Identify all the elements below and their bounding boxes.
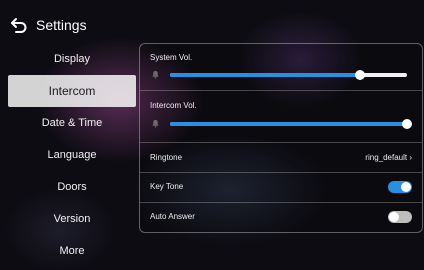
toggle-knob <box>401 182 411 192</box>
sidebar-item-doors[interactable]: Doors <box>8 171 136 203</box>
system-vol-slider[interactable] <box>170 70 407 80</box>
key-tone-label: Key Tone <box>150 182 184 191</box>
system-vol-label: System Vol. <box>150 53 193 62</box>
sidebar: Display Intercom Date & Time Language Do… <box>8 43 136 267</box>
intercom-vol-label: Intercom Vol. <box>150 101 197 110</box>
bell-icon <box>152 70 159 79</box>
key-tone-toggle[interactable] <box>388 181 412 193</box>
system-vol-fill <box>170 73 360 77</box>
sidebar-item-language[interactable]: Language <box>8 139 136 171</box>
sidebar-item-date-time[interactable]: Date & Time <box>8 107 136 139</box>
sidebar-item-version[interactable]: Version <box>8 203 136 235</box>
system-vol-thumb[interactable] <box>354 70 365 80</box>
settings-panel: System Vol. Intercom Vol. Ringtone ring_… <box>139 43 423 233</box>
auto-answer-label: Auto Answer <box>150 212 195 221</box>
page-title: Settings <box>36 17 87 33</box>
bell-icon <box>152 119 159 128</box>
divider <box>140 90 422 91</box>
divider <box>140 172 422 173</box>
sidebar-item-more[interactable]: More <box>8 235 136 267</box>
auto-answer-toggle[interactable] <box>388 211 412 223</box>
divider <box>140 142 422 143</box>
ringtone-label: Ringtone <box>150 153 183 162</box>
intercom-vol-slider[interactable] <box>170 119 412 129</box>
ringtone-value[interactable]: ring_default › <box>365 153 412 162</box>
sidebar-item-display[interactable]: Display <box>8 43 136 75</box>
back-arrow-icon[interactable] <box>10 16 28 34</box>
intercom-vol-thumb[interactable] <box>402 119 412 129</box>
toggle-knob <box>389 212 399 222</box>
sidebar-item-intercom[interactable]: Intercom <box>8 75 136 107</box>
divider <box>140 202 422 203</box>
intercom-vol-fill <box>170 122 407 126</box>
header: Settings <box>10 10 87 40</box>
